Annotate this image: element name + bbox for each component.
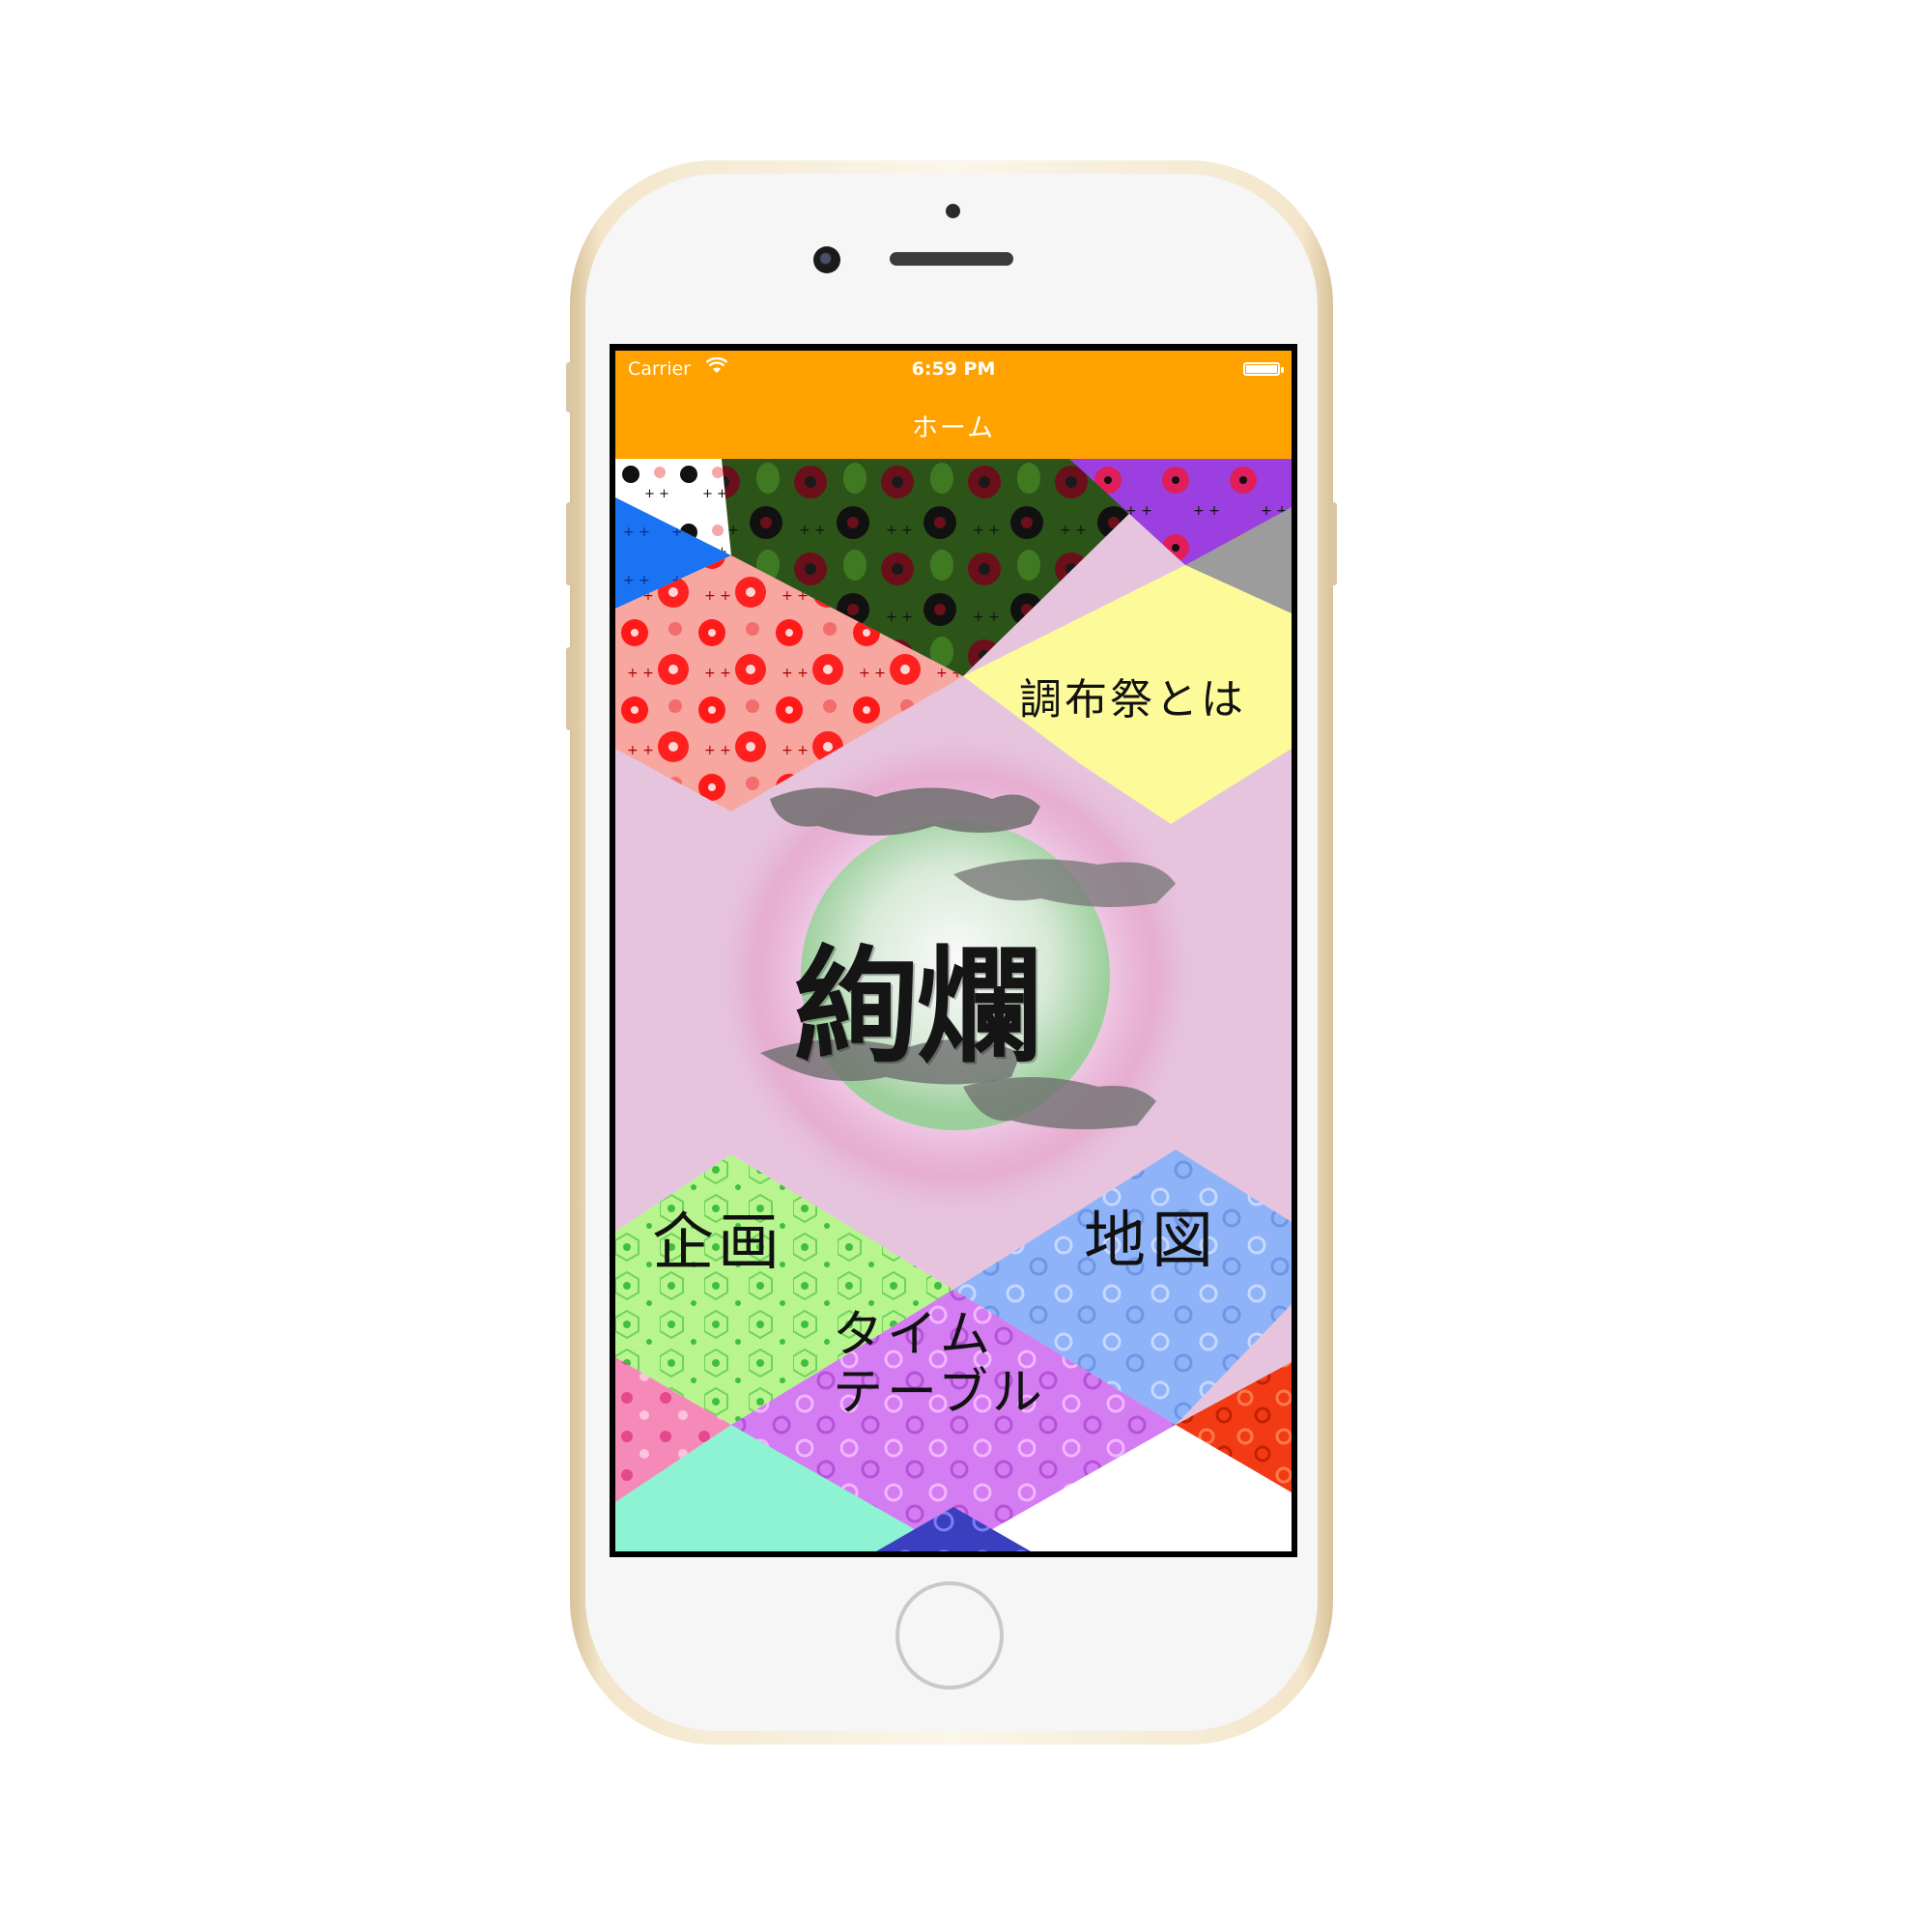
mute-switch [566,362,574,412]
power-button [1329,502,1337,585]
timetable-menu-label[interactable]: タイム テーブル [833,1306,1046,1422]
proximity-sensor [946,204,960,218]
battery-icon [1243,362,1280,376]
navigation-bar: ホーム [615,385,1292,459]
volume-down-button [566,647,574,730]
volume-up-button [566,502,574,585]
earpiece-speaker [890,252,1013,266]
battery-tip [1281,367,1284,373]
status-bar: Carrier 6:59 PM [615,351,1292,385]
about-menu-label[interactable]: 調布祭とは [1019,665,1246,726]
app-display: Carrier 6:59 PM ホーム + + [615,351,1292,1551]
home-button[interactable] [895,1581,1004,1690]
status-time: 6:59 PM [911,358,996,380]
home-content: + + + + + + [615,459,1292,1551]
festival-logo: 絢爛 [794,932,1041,1080]
nav-title: ホーム [911,413,996,443]
timetable-line-2: テーブル [833,1364,1046,1422]
events-menu-label[interactable]: 企画 [652,1193,783,1282]
front-camera-icon [813,246,840,273]
timetable-line-1: タイム [833,1306,994,1364]
map-menu-label[interactable]: 地図 [1084,1191,1219,1280]
